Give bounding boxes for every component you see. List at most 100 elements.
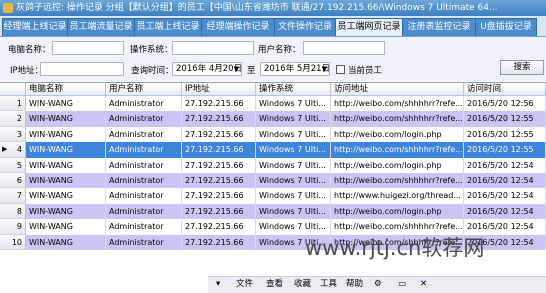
window-title: 灰鸽子远控: 操作记录 分组【默认分组】的员工【中国\山东省潍坊市 联通/27.… xyxy=(16,3,498,13)
table-row[interactable]: 3 WIN-WANG Administrator 27.192.215.66 Windo… xyxy=(0,126,546,143)
table-row[interactable]: 8 WIN-WANG Administrator 27.192.215.66 Windo… xyxy=(0,203,546,220)
cell-ip: 27.192.215.66 xyxy=(182,96,256,112)
table-row[interactable]: 5 WIN-WANG Administrator 27.192.215.66 Windo… xyxy=(0,157,546,173)
cell-ip: 27.192.215.66 xyxy=(182,188,256,204)
tab-usb-records[interactable]: U盘插拔记录 xyxy=(475,18,537,36)
cell-ip: 27.192.215.66 xyxy=(182,111,256,127)
menu-favorites[interactable]: 收藏 xyxy=(294,277,311,292)
tab-employee-traffic[interactable]: 员工端流量记录 xyxy=(67,18,135,36)
cell-user-name: Administrator xyxy=(106,96,182,112)
col-header-user-name[interactable]: 用户名称 xyxy=(106,83,182,96)
row-number: 1 xyxy=(0,96,26,112)
pc-name-label: 电脑名称： xyxy=(8,45,51,55)
tab-employee-web[interactable]: 员工端网页记录 xyxy=(335,18,403,36)
cell-time: 2016/5/20 12:55 xyxy=(464,142,546,158)
cell-pc-name: WIN-WANG xyxy=(26,142,106,158)
table-row[interactable]: ▶ 4 WIN-WANG Administrator 27.192.215.66 Wind… xyxy=(0,142,546,158)
row-number: 8 xyxy=(0,203,26,220)
cell-time: 2016/5/20 12:54 xyxy=(464,203,546,220)
cell-ip: 27.192.215.66 xyxy=(182,157,256,173)
row-number: 5 xyxy=(0,157,26,173)
current-employee-checkbox[interactable] xyxy=(336,65,345,74)
date-to-picker[interactable]: 2016年 5月21日 ▼ xyxy=(260,62,330,76)
os-label: 操作系统： xyxy=(130,45,173,55)
cell-pc-name: WIN-WANG xyxy=(26,219,106,235)
cell-url: http://weibo.com/shhhhrr?refe... xyxy=(331,111,464,127)
row-number-label: 7 xyxy=(16,191,22,201)
cell-os: Windows 7 Ulti... xyxy=(256,173,331,189)
ip-label: IP地址： xyxy=(10,66,44,76)
cell-url: http://weibo.com/shhhhrr?refe... xyxy=(331,173,464,189)
col-header-ip[interactable]: IP地址 xyxy=(182,83,256,96)
col-header-os[interactable]: 操作系统 xyxy=(256,83,331,96)
cell-user-name: Administrator xyxy=(106,173,182,189)
row-number: 3 xyxy=(0,126,26,143)
cell-pc-name: WIN-WANG xyxy=(26,234,106,250)
table-row[interactable]: 7 WIN-WANG Administrator 27.192.215.66 Windo… xyxy=(0,188,546,204)
menu-help[interactable]: 帮助 xyxy=(346,277,363,292)
row-number: 7 xyxy=(0,188,26,204)
tab-registry-monitor[interactable]: 注册表监控记录 xyxy=(402,18,476,36)
menu-file[interactable]: 文件 xyxy=(236,277,253,292)
row-number-label: 2 xyxy=(16,114,22,124)
table-row[interactable]: 2 WIN-WANG Administrator 27.192.215.66 Windo… xyxy=(0,111,546,127)
tab-manager-login[interactable]: 经理端上线记录 xyxy=(2,18,68,36)
cell-ip: 27.192.215.66 xyxy=(182,219,256,235)
row-number-label: 10 xyxy=(11,237,22,247)
ip-input[interactable] xyxy=(40,62,124,76)
cell-os: Windows 7 Ulti... xyxy=(256,126,331,143)
row-number-label: 8 xyxy=(16,206,22,216)
cell-ip: 27.192.215.66 xyxy=(182,126,256,143)
cell-url: http://weibo.com/login.php xyxy=(331,203,464,220)
query-time-label: 查询时间： xyxy=(131,66,174,76)
col-header-pc-name[interactable]: 电脑名称 xyxy=(26,83,106,96)
user-name-input[interactable] xyxy=(303,41,385,55)
app-icon xyxy=(3,3,13,13)
cell-os: Windows 7 Ulti... xyxy=(256,203,331,220)
col-header-time[interactable]: 访问时间 xyxy=(464,83,546,96)
cell-ip: 27.192.215.66 xyxy=(182,234,256,250)
cell-os: Windows 7 Ulti... xyxy=(256,142,331,158)
menu-view[interactable]: 查看 xyxy=(266,277,283,292)
row-number-label: 9 xyxy=(16,222,22,232)
cell-user-name: Administrator xyxy=(106,188,182,204)
to-label: 至 xyxy=(247,66,256,76)
date-from-value: 2016年 4月20日 xyxy=(176,64,243,74)
cell-pc-name: WIN-WANG xyxy=(26,126,106,143)
window-titlebar: 灰鸽子远控: 操作记录 分组【默认分组】的员工【中国\山东省潍坊市 联通/27.… xyxy=(0,0,546,16)
tab-manager-operations[interactable]: 经理端操作记录 xyxy=(201,18,275,36)
table-row[interactable]: 6 WIN-WANG Administrator 27.192.215.66 Windo… xyxy=(0,173,546,189)
row-number-label: 6 xyxy=(16,176,22,185)
os-input[interactable] xyxy=(172,41,254,55)
cell-user-name: Administrator xyxy=(106,157,182,173)
close-icon[interactable]: ✕ xyxy=(420,277,427,292)
row-number: 9 xyxy=(0,219,26,235)
arrow-down-icon[interactable]: ▾ xyxy=(216,277,220,292)
minimize-icon[interactable]: ▭ xyxy=(398,277,406,292)
cell-os: Windows 7 Ulti... xyxy=(256,96,331,112)
cell-time: 2016/5/20 12:54 xyxy=(464,188,546,204)
menu-tools[interactable]: 工具 xyxy=(320,277,337,292)
cell-url: http://www.huigezi.org/thread... xyxy=(331,188,464,204)
cell-pc-name: WIN-WANG xyxy=(26,111,106,127)
date-from-picker[interactable]: 2016年 4月20日 ▼ xyxy=(172,62,242,76)
table-row[interactable]: 1 WIN-WANG Administrator 27.192.215.66 Windo… xyxy=(0,96,546,112)
records-grid: 电脑名称 用户名称 IP地址 操作系统 访问地址 访问时间 1 WIN-WANG A… xyxy=(0,82,546,253)
date-to-value: 2016年 5月21日 xyxy=(264,64,331,74)
row-header-corner xyxy=(0,83,26,96)
cell-pc-name: WIN-WANG xyxy=(26,203,106,220)
pc-name-input[interactable] xyxy=(52,41,124,55)
row-number: 6 xyxy=(0,173,26,189)
tab-employee-login[interactable]: 员工端上线记录 xyxy=(134,18,202,36)
search-button[interactable]: 搜索 xyxy=(500,60,544,75)
row-number-label: 1 xyxy=(16,99,22,108)
cell-url: http://weibo.com/login.php xyxy=(331,126,464,143)
gear-icon[interactable]: ⚙ xyxy=(374,277,382,292)
cell-os: Windows 7 Ulti... xyxy=(256,111,331,127)
cell-time: 2016/5/20 12:54 xyxy=(464,173,546,189)
col-header-url[interactable]: 访问地址 xyxy=(331,83,464,96)
cell-user-name: Administrator xyxy=(106,203,182,220)
row-number: ▶ 4 xyxy=(0,142,26,158)
cell-url: http://weibo.com/login.php xyxy=(331,157,464,173)
tab-file-operations[interactable]: 文件操作记录 xyxy=(274,18,336,36)
